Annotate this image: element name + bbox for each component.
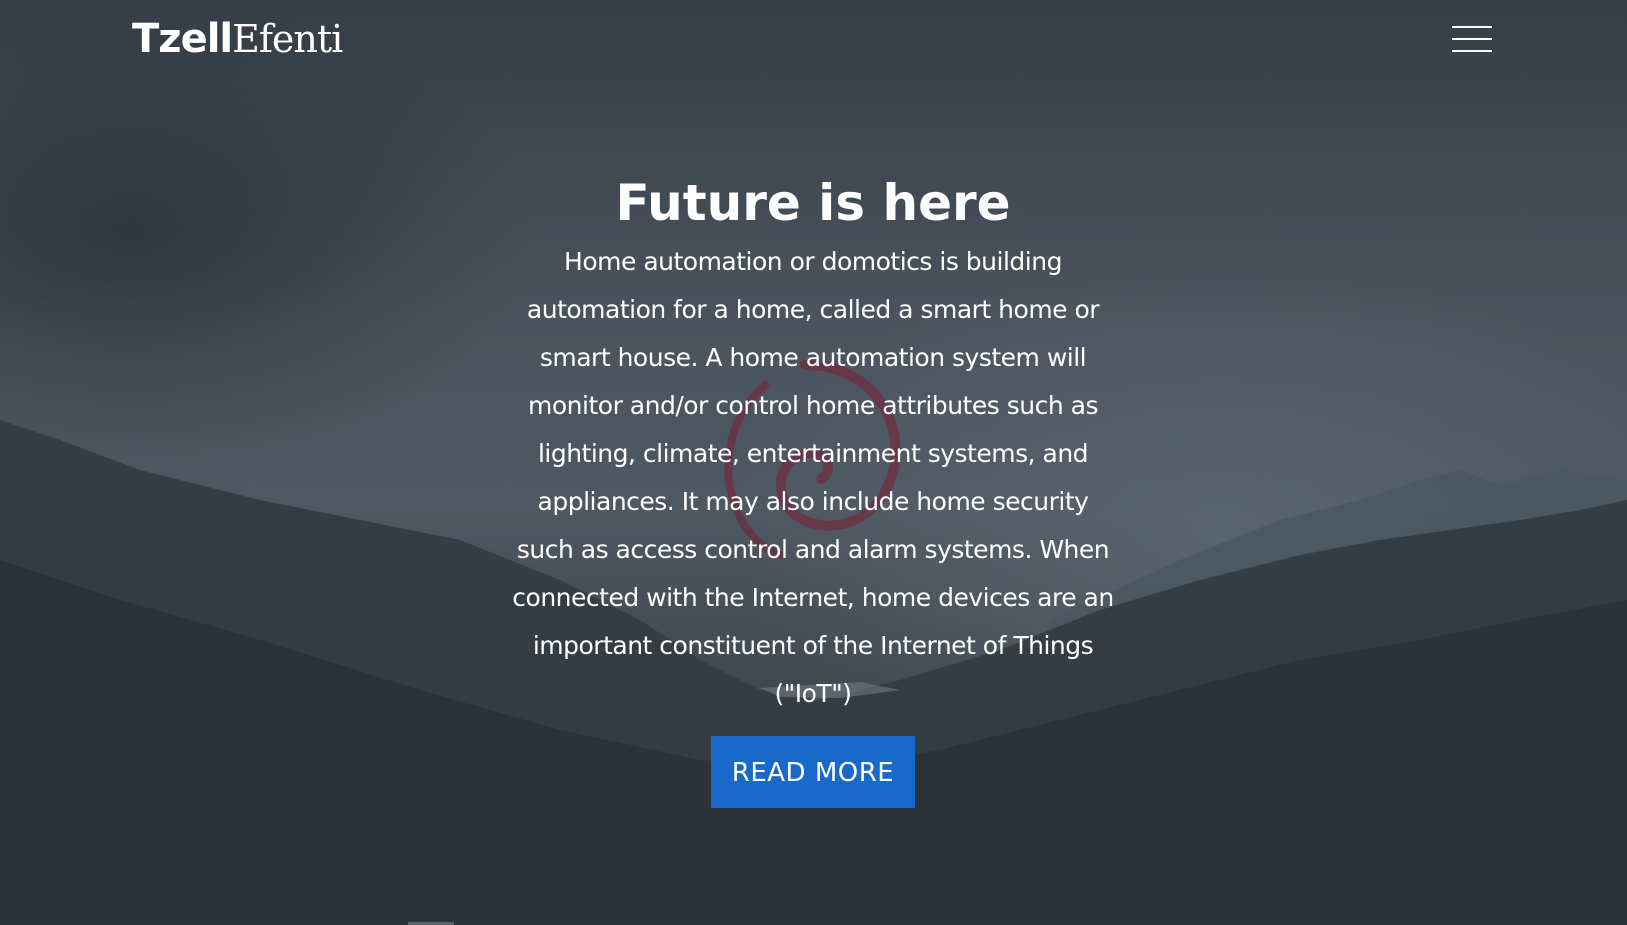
menu-line — [1452, 26, 1492, 28]
site-logo[interactable]: TzellEfenti — [132, 14, 343, 64]
hero-description: Home automation or domotics is building … — [512, 247, 1114, 708]
menu-line — [1452, 50, 1492, 52]
logo-light-text: Efenti — [232, 17, 343, 61]
navbar: TzellEfenti — [0, 0, 1627, 80]
hero-section: TzellEfenti Future is here Home automati… — [0, 0, 1627, 925]
hero-content: Future is here Home automation or domoti… — [508, 168, 1118, 808]
logo-bold-text: Tzell — [132, 16, 233, 62]
hamburger-menu-icon[interactable] — [1452, 26, 1492, 54]
menu-line — [1452, 38, 1492, 40]
hero-title: Future is here — [615, 174, 1011, 232]
read-more-button[interactable]: READ MORE — [711, 736, 915, 808]
